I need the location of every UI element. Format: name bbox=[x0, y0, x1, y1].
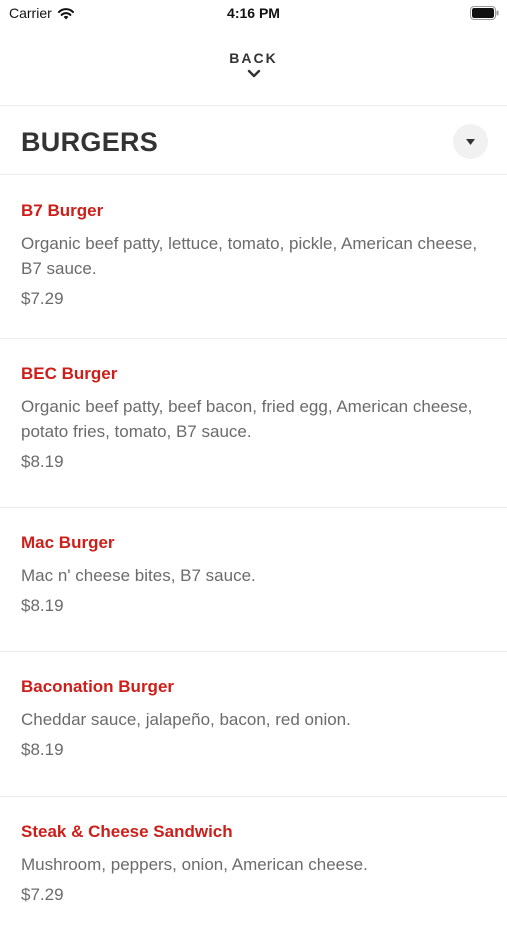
item-description: Organic beef patty, beef bacon, fried eg… bbox=[21, 397, 473, 441]
category-title: BURGERS bbox=[21, 127, 159, 157]
category-header: BURGERS bbox=[0, 107, 507, 175]
item-description: Mac n' cheese bites, B7 sauce. bbox=[21, 566, 256, 585]
back-button[interactable]: BACK bbox=[0, 44, 507, 106]
item-name: Mac Burger bbox=[21, 533, 115, 552]
item-price: $8.19 bbox=[21, 596, 64, 615]
item-description: Cheddar sauce, jalapeño, bacon, red onio… bbox=[21, 710, 351, 729]
chevron-down-icon bbox=[247, 69, 260, 78]
item-name: B7 Burger bbox=[21, 201, 104, 220]
item-price: $7.29 bbox=[21, 885, 64, 904]
item-description: Mushroom, peppers, onion, American chees… bbox=[21, 855, 368, 874]
category-dropdown-button[interactable] bbox=[453, 124, 488, 159]
menu-item[interactable]: Mac Burger Mac n' cheese bites, B7 sauce… bbox=[0, 508, 507, 652]
item-name: Baconation Burger bbox=[21, 677, 175, 696]
status-bar: Carrier 4:16 PM bbox=[0, 0, 507, 28]
back-label: BACK bbox=[229, 50, 278, 66]
item-name: Steak & Cheese Sandwich bbox=[21, 822, 233, 841]
menu-item[interactable]: B7 Burger Organic beef patty, lettuce, t… bbox=[0, 176, 507, 339]
menu-list: B7 Burger Organic beef patty, lettuce, t… bbox=[0, 176, 507, 947]
menu-item[interactable]: Baconation Burger Cheddar sauce, jalapeñ… bbox=[0, 652, 507, 797]
battery-icon bbox=[470, 6, 499, 20]
item-description: Organic beef patty, lettuce, tomato, pic… bbox=[21, 234, 478, 278]
menu-item[interactable]: BEC Burger Organic beef patty, beef baco… bbox=[0, 339, 507, 508]
caret-down-icon bbox=[466, 138, 475, 145]
item-price: $8.19 bbox=[21, 740, 64, 759]
menu-item[interactable]: Steak & Cheese Sandwich Mushroom, pepper… bbox=[0, 797, 507, 947]
item-price: $7.29 bbox=[21, 289, 64, 308]
item-price: $8.19 bbox=[21, 452, 64, 471]
item-name: BEC Burger bbox=[21, 364, 118, 383]
clock: 4:16 PM bbox=[227, 5, 280, 21]
